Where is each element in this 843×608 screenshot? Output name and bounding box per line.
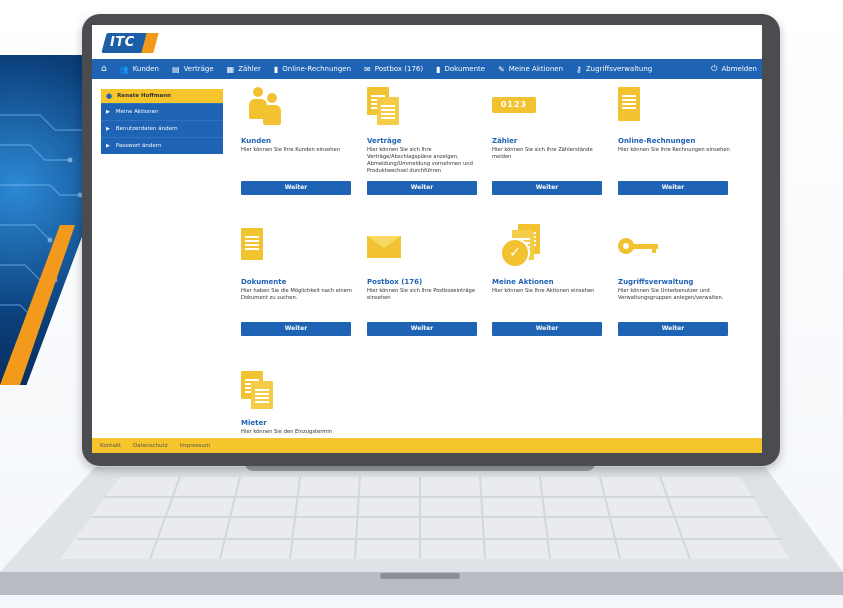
logout-icon: ⏻	[711, 64, 718, 73]
tenants-icon	[241, 365, 353, 417]
weiter-button-postbox[interactable]: Weiter	[367, 322, 477, 336]
footer-link-impressum[interactable]: Impressum	[180, 443, 211, 449]
weiter-button-online-rechnungen[interactable]: Weiter	[618, 181, 728, 195]
nav-item-online-rechnungen[interactable]: ▮ Online-Rechnungen	[274, 65, 351, 74]
meter-icon: ▦	[226, 64, 235, 74]
invoice-icon	[618, 83, 730, 135]
chevron-right-icon: ▶	[106, 126, 110, 132]
document-icon: ▮	[436, 64, 441, 74]
envelope-icon	[367, 224, 479, 276]
nav-item-zugriffsverwaltung[interactable]: ⚷ Zugriffsverwaltung	[576, 65, 652, 74]
app-screen: ITC ⌂ 👥 Kunden ▤ Verträge ▦ Zähler ▮ Online-…	[92, 25, 762, 453]
itc-logo[interactable]: ITC	[101, 33, 159, 53]
main-content: ● Renate Hoffmann ▶ Meine Aktionen ▶ Benutz…	[92, 79, 762, 439]
users-icon: 👥	[118, 64, 129, 74]
card-postbox: Postbox (176) Hier können Sie sich Ihre …	[367, 224, 479, 336]
sidebar-item-meine-aktionen[interactable]: ▶ Meine Aktionen	[101, 103, 223, 120]
weiter-button-zugriffsverwaltung[interactable]: Weiter	[618, 322, 728, 336]
chevron-right-icon: ▶	[106, 143, 110, 149]
nav-item-meine-aktionen[interactable]: ✎ Meine Aktionen	[498, 65, 563, 74]
laptop-keyboard-base	[0, 467, 843, 595]
chevron-right-icon: ▶	[106, 109, 110, 115]
user-icon: ●	[106, 92, 113, 100]
card-kunden: Kunden Hier können Sie Ihre Kunden einse…	[241, 83, 353, 195]
key-icon	[618, 224, 730, 276]
invoice-icon: ▮	[273, 64, 279, 74]
sidebar-item-passwort[interactable]: ▶ Passwort ändern	[101, 137, 223, 154]
weiter-button-dokumente[interactable]: Weiter	[241, 322, 351, 336]
card-meine-aktionen: ✓ Meine Aktionen Hier können Sie Ihre Ak…	[492, 224, 604, 336]
card-zugriffsverwaltung: Zugriffsverwaltung Hier können Sie Unter…	[618, 224, 730, 336]
footer: Kontakt Datenschutz Impressum	[92, 438, 762, 453]
weiter-button-kunden[interactable]: Weiter	[241, 181, 351, 195]
envelope-icon: ✉	[364, 64, 371, 74]
home-icon[interactable]: ⌂	[101, 64, 107, 74]
check-icon: ✓	[492, 224, 604, 276]
nav-item-kunden[interactable]: 👥 Kunden	[119, 65, 159, 74]
app-header: ITC	[92, 25, 762, 59]
actions-icon: ✎	[498, 64, 505, 74]
sidebar: ● Renate Hoffmann ▶ Meine Aktionen ▶ Benutz…	[101, 89, 223, 154]
footer-link-datenschutz[interactable]: Datenschutz	[133, 443, 168, 449]
nav-item-postbox[interactable]: ✉ Postbox (176)	[364, 65, 423, 74]
nav-item-vertraege[interactable]: ▤ Verträge	[172, 65, 214, 74]
main-navigation: ⌂ 👥 Kunden ▤ Verträge ▦ Zähler ▮ Online-Rech…	[92, 59, 762, 79]
customers-icon	[241, 83, 353, 135]
weiter-button-vertraege[interactable]: Weiter	[367, 181, 477, 195]
card-online-rechnungen: Online-Rechnungen Hier können Sie Ihre R…	[618, 83, 730, 195]
sidebar-user: ● Renate Hoffmann	[101, 89, 223, 103]
card-zaehler: 0123 Zähler Hier können Sie sich Ihre Zä…	[492, 83, 604, 195]
contracts-icon	[367, 83, 479, 135]
sidebar-item-benutzerdaten[interactable]: ▶ Benutzerdaten ändern	[101, 120, 223, 137]
card-vertraege: Verträge Hier können Sie sich Ihre Vertr…	[367, 83, 479, 195]
document-icon	[241, 224, 353, 276]
meter-icon: 0123	[492, 83, 604, 135]
nav-item-zaehler[interactable]: ▦ Zähler	[227, 65, 261, 74]
weiter-button-meine-aktionen[interactable]: Weiter	[492, 322, 602, 336]
logout-button[interactable]: ⏻ Abmelden	[711, 59, 757, 79]
card-dokumente: Dokumente Hier haben Sie die Möglichkeit…	[241, 224, 353, 336]
weiter-button-zaehler[interactable]: Weiter	[492, 181, 602, 195]
footer-link-kontakt[interactable]: Kontakt	[100, 443, 121, 449]
key-icon: ⚷	[576, 64, 582, 74]
nav-item-dokumente[interactable]: ▮ Dokumente	[436, 65, 485, 74]
contracts-icon: ▤	[172, 64, 180, 74]
